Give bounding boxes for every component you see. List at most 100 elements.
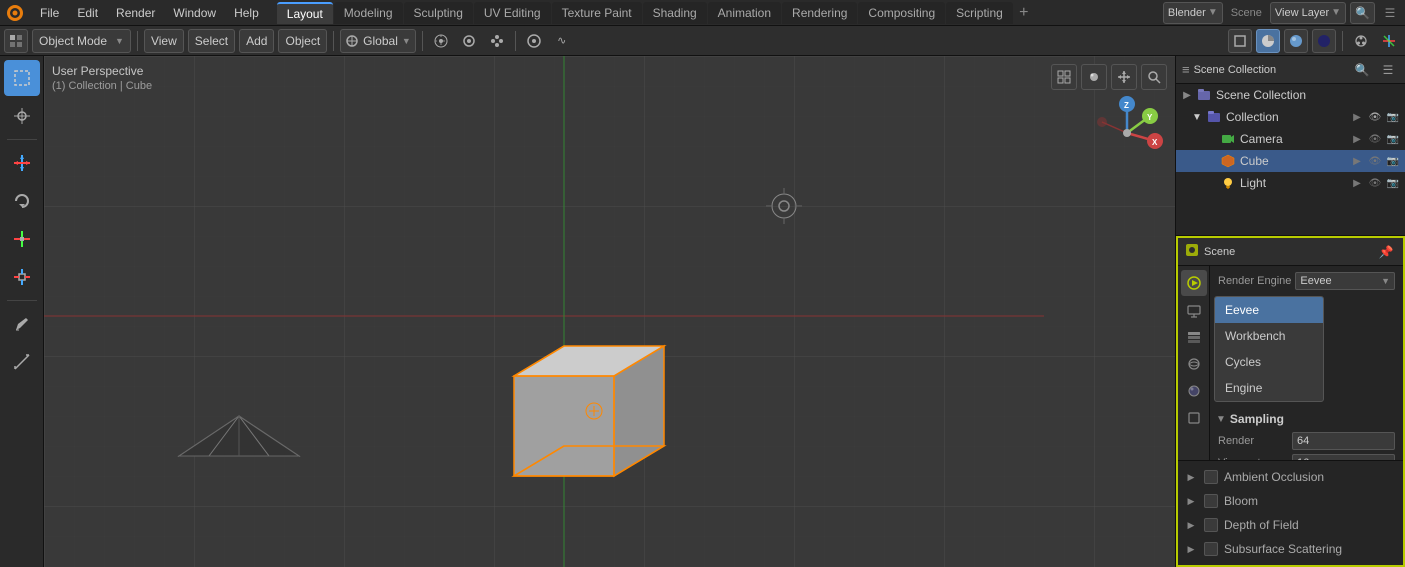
snap-options-btn[interactable] <box>485 29 509 53</box>
props-pin-btn[interactable]: 📌 <box>1375 241 1397 263</box>
render-samples-row: Render 64 <box>1214 430 1399 452</box>
outliner-scene-collection[interactable]: ▶ Scene Collection <box>1176 84 1405 106</box>
light-render-btn[interactable]: 📷 <box>1385 175 1401 191</box>
bloom-checkbox[interactable] <box>1204 494 1218 508</box>
render-engine-dropdown[interactable]: Eevee ▼ <box>1295 272 1395 290</box>
props-output-icon[interactable] <box>1181 297 1207 323</box>
filter-button[interactable]: ☰ <box>1379 2 1401 24</box>
props-object-icon[interactable] <box>1181 405 1207 431</box>
rotate-tool-btn[interactable] <box>4 183 40 219</box>
add-menu-btn[interactable]: Add <box>239 29 274 53</box>
viewport-grid-btn[interactable] <box>1051 64 1077 90</box>
view-layer-selector[interactable]: View Layer ▼ <box>1270 2 1346 24</box>
snap-toggle-btn[interactable] <box>457 29 481 53</box>
cube-hide-btn[interactable]: 👁 <box>1367 153 1383 169</box>
viewport-shading-solid-btn[interactable] <box>1256 29 1280 53</box>
sampling-section-header[interactable]: ▼ Sampling <box>1214 408 1399 430</box>
tab-compositing[interactable]: Compositing <box>858 2 945 24</box>
viewport-shading-material-btn[interactable] <box>1284 29 1308 53</box>
cube-render-btn[interactable]: 📷 <box>1385 153 1401 169</box>
tab-scripting[interactable]: Scripting <box>946 2 1013 24</box>
menu-edit[interactable]: Edit <box>69 2 106 24</box>
render-samples-input[interactable]: 64 <box>1292 432 1395 450</box>
ao-checkbox[interactable] <box>1204 470 1218 484</box>
cube-visibility-btn[interactable]: ▶ <box>1349 153 1365 169</box>
viewport-nav-gizmo[interactable]: Y X Z <box>1090 96 1165 171</box>
search-bar[interactable]: 🔍 <box>1350 2 1375 24</box>
option-engine[interactable]: Engine <box>1215 375 1323 401</box>
depth-of-field-row[interactable]: ▶ Depth of Field <box>1182 513 1399 537</box>
proportional-edit-btn[interactable] <box>522 29 546 53</box>
sampling-section: ▼ Sampling Render 64 <box>1214 408 1399 460</box>
viewport-shading-wire-btn[interactable] <box>1228 29 1252 53</box>
editor-type-button[interactable] <box>4 29 28 53</box>
cam-hide-btn[interactable]: 👁 <box>1367 131 1383 147</box>
tab-texture-paint[interactable]: Texture Paint <box>552 2 642 24</box>
outliner-filter-btn[interactable]: ☰ <box>1377 59 1399 81</box>
move-tool-btn[interactable] <box>4 145 40 181</box>
option-workbench[interactable]: Workbench <box>1215 323 1323 349</box>
coll-arrow: ▼ <box>1190 110 1204 124</box>
outliner-collection[interactable]: ▼ Collection ▶ 👁 📷 <box>1176 106 1405 128</box>
menu-render[interactable]: Render <box>108 2 163 24</box>
option-cycles[interactable]: Cycles <box>1215 349 1323 375</box>
viewport-3d[interactable]: User Perspective (1) Collection | Cube <box>44 56 1175 567</box>
cam-render-btn[interactable]: 📷 <box>1385 131 1401 147</box>
object-mode-dropdown[interactable]: Object Mode ▼ <box>32 29 131 53</box>
scale-tool-btn[interactable] <box>4 221 40 257</box>
scene-selector[interactable]: Blender ▼ <box>1163 2 1223 24</box>
add-workspace-button[interactable]: + <box>1014 3 1034 23</box>
viewport-pan-btn[interactable] <box>1111 64 1137 90</box>
subsurface-scattering-row[interactable]: ▶ Subsurface Scattering <box>1182 537 1399 561</box>
tab-shading[interactable]: Shading <box>643 2 707 24</box>
measure-tool-btn[interactable] <box>4 344 40 380</box>
props-world-icon[interactable] <box>1181 378 1207 404</box>
bloom-row[interactable]: ▶ Bloom <box>1182 489 1399 513</box>
menu-window[interactable]: Window <box>165 2 224 24</box>
coll-render-btn[interactable]: 📷 <box>1385 109 1401 125</box>
props-panel-title: Scene <box>1204 246 1371 258</box>
proportional-type-btn[interactable]: ∿ <box>550 29 574 53</box>
tab-modeling[interactable]: Modeling <box>334 2 403 24</box>
viewport-zoom-btn[interactable] <box>1141 64 1167 90</box>
annotate-tool-btn[interactable] <box>4 306 40 342</box>
viewport-render-btn[interactable] <box>1081 64 1107 90</box>
object-menu-btn[interactable]: Object <box>278 29 327 53</box>
tab-layout[interactable]: Layout <box>277 2 333 24</box>
props-view-layer-icon[interactable] <box>1181 324 1207 350</box>
scene-coll-arrow: ▶ <box>1180 88 1194 102</box>
viewport-gizmos-btn[interactable] <box>1377 29 1401 53</box>
menu-help[interactable]: Help <box>226 2 267 24</box>
props-scene-icon[interactable] <box>1181 351 1207 377</box>
outliner-light[interactable]: ▶ Light ▶ 👁 📷 <box>1176 172 1405 194</box>
tab-rendering[interactable]: Rendering <box>782 2 857 24</box>
transform-orientation-btn[interactable]: Global ▼ <box>340 29 416 53</box>
light-hide-btn[interactable]: 👁 <box>1367 175 1383 191</box>
sss-checkbox[interactable] <box>1204 542 1218 556</box>
light-visibility-btn[interactable]: ▶ <box>1349 175 1365 191</box>
select-menu-btn[interactable]: Select <box>188 29 235 53</box>
select-box-tool-btn[interactable] <box>4 60 40 96</box>
tab-uv-editing[interactable]: UV Editing <box>474 2 551 24</box>
outliner-cube[interactable]: ▶ Cube ▶ 👁 📷 <box>1176 150 1405 172</box>
outliner-camera[interactable]: ▶ Camera ▶ 👁 📷 <box>1176 128 1405 150</box>
pivot-point-btn[interactable] <box>429 29 453 53</box>
cursor-tool-btn[interactable] <box>4 98 40 134</box>
props-render-icon[interactable] <box>1181 270 1207 296</box>
transform-tool-btn[interactable] <box>4 259 40 295</box>
viewport-shading-render-btn[interactable] <box>1312 29 1336 53</box>
outliner-search-btn[interactable]: 🔍 <box>1351 59 1373 81</box>
outliner-title: Scene Collection <box>1194 64 1347 76</box>
menu-file[interactable]: File <box>32 2 67 24</box>
cam-visibility-btn[interactable]: ▶ <box>1349 131 1365 147</box>
dof-checkbox[interactable] <box>1204 518 1218 532</box>
ambient-occlusion-row[interactable]: ▶ Ambient Occlusion <box>1182 465 1399 489</box>
viewport-overlays-btn[interactable] <box>1349 29 1373 53</box>
toolbar-separator-4 <box>515 31 516 51</box>
option-eevee[interactable]: Eevee <box>1215 297 1323 323</box>
view-menu-btn[interactable]: View <box>144 29 184 53</box>
tab-sculpting[interactable]: Sculpting <box>404 2 473 24</box>
tab-animation[interactable]: Animation <box>708 2 781 24</box>
coll-hide-btn[interactable]: 👁 <box>1367 109 1383 125</box>
coll-visibility-btn[interactable]: ▶ <box>1349 109 1365 125</box>
